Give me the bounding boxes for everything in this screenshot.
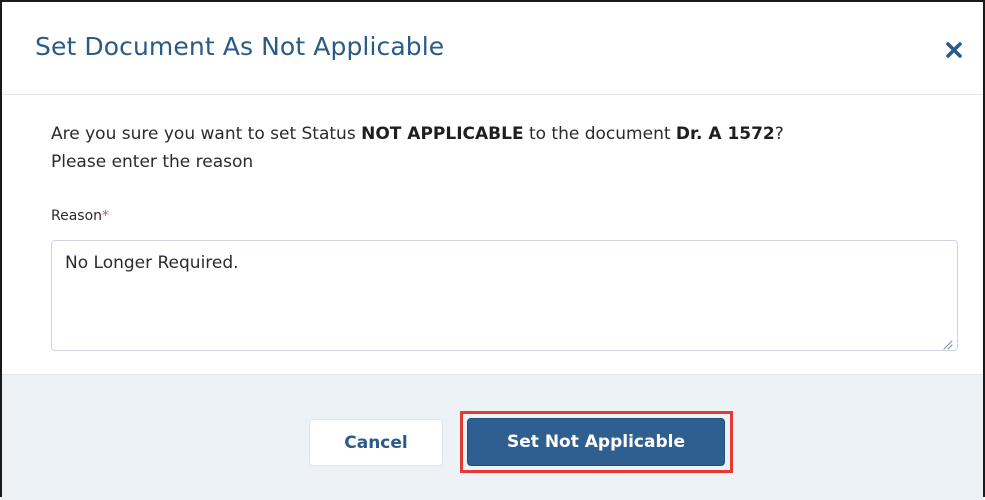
dialog: Set Document As Not Applicable Are you s…	[0, 0, 985, 500]
set-not-applicable-button[interactable]: Set Not Applicable	[467, 418, 725, 466]
message-suffix: ?	[774, 124, 784, 144]
cancel-button[interactable]: Cancel	[309, 419, 443, 466]
reason-textarea[interactable]: No Longer Required.	[51, 240, 958, 351]
dialog-title: Set Document As Not Applicable	[35, 32, 445, 61]
dialog-header: Set Document As Not Applicable	[2, 2, 983, 95]
message-middle: to the document	[523, 124, 676, 144]
status-text: NOT APPLICABLE	[361, 124, 524, 144]
message-line-2: Please enter the reason	[51, 152, 254, 172]
message-line-1: Are you sure you want to set Status NOT …	[51, 120, 971, 148]
confirmation-message: Are you sure you want to set Status NOT …	[51, 120, 971, 176]
document-name: Dr. A 1572	[675, 124, 775, 144]
message-prefix: Are you sure you want to set Status	[51, 124, 362, 144]
reason-label-text: Reason	[51, 208, 103, 224]
reason-label: Reason*	[51, 208, 109, 224]
resize-grip-icon[interactable]	[941, 335, 953, 350]
close-icon[interactable]	[944, 40, 964, 60]
required-marker: *	[102, 208, 110, 224]
